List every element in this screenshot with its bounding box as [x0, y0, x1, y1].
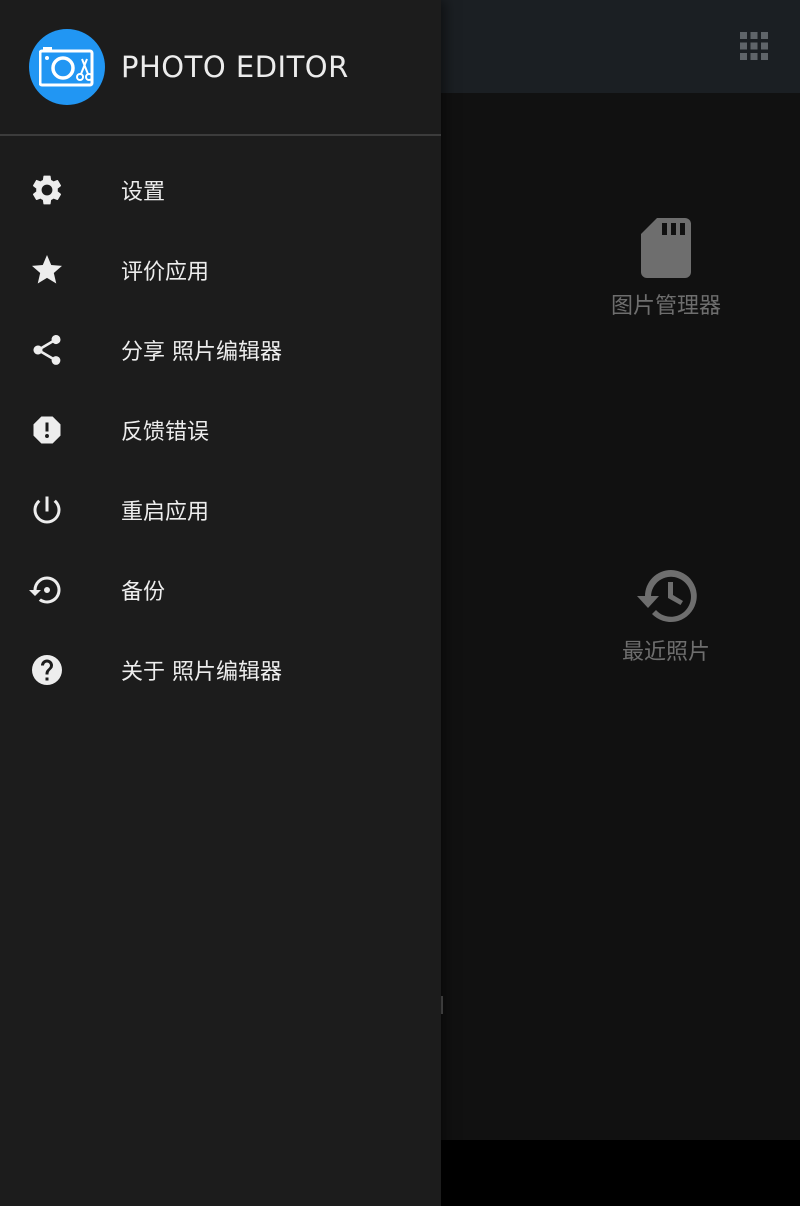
- gallery-tile[interactable]: 图片管理器: [566, 218, 766, 320]
- screen: 图片管理器 最近照片 PHOTO EDITOR 设置 评价应用 分享 照片编辑器…: [0, 0, 800, 1206]
- gear-icon: [27, 170, 67, 210]
- menu-label: 分享 照片编辑器: [121, 340, 282, 365]
- drawer-header: PHOTO EDITOR: [0, 0, 441, 136]
- grid-icon[interactable]: [740, 32, 768, 60]
- report-icon: [27, 410, 67, 450]
- camera-scissors-icon: [39, 47, 94, 87]
- menu-label: 备份: [121, 580, 166, 605]
- history-icon: [637, 570, 697, 622]
- share-icon: [27, 330, 67, 370]
- help-icon: [27, 650, 67, 690]
- sd-card-icon: [641, 218, 691, 278]
- menu-item-share[interactable]: 分享 照片编辑器: [0, 310, 441, 390]
- recent-photos-label: 最近照片: [621, 640, 710, 665]
- menu-item-rate-app[interactable]: 评价应用: [0, 230, 441, 310]
- app-name: PHOTO EDITOR: [121, 50, 349, 84]
- menu-item-backup[interactable]: 备份: [0, 550, 441, 630]
- menu-item-restart[interactable]: 重启应用: [0, 470, 441, 550]
- menu-label: 重启应用: [121, 500, 210, 525]
- recent-photos-tile[interactable]: 最近照片: [566, 568, 766, 666]
- menu-label: 关于 照片编辑器: [121, 660, 282, 685]
- menu-item-settings[interactable]: 设置: [0, 150, 441, 230]
- divider-mark: [441, 996, 443, 1014]
- power-icon: [27, 490, 67, 530]
- navigation-drawer: PHOTO EDITOR 设置 评价应用 分享 照片编辑器 反馈错误 重启应用 …: [0, 0, 441, 1206]
- menu-label: 反馈错误: [121, 420, 210, 445]
- backup-restore-icon: [27, 570, 67, 610]
- menu-label: 设置: [121, 180, 166, 205]
- star-icon: [27, 250, 67, 290]
- app-logo: [29, 29, 105, 105]
- menu-item-report-bug[interactable]: 反馈错误: [0, 390, 441, 470]
- menu-item-about[interactable]: 关于 照片编辑器: [0, 630, 441, 710]
- gallery-tile-label: 图片管理器: [610, 294, 721, 319]
- menu-label: 评价应用: [121, 260, 210, 285]
- drawer-menu: 设置 评价应用 分享 照片编辑器 反馈错误 重启应用 备份 关于 照片编辑器: [0, 150, 441, 710]
